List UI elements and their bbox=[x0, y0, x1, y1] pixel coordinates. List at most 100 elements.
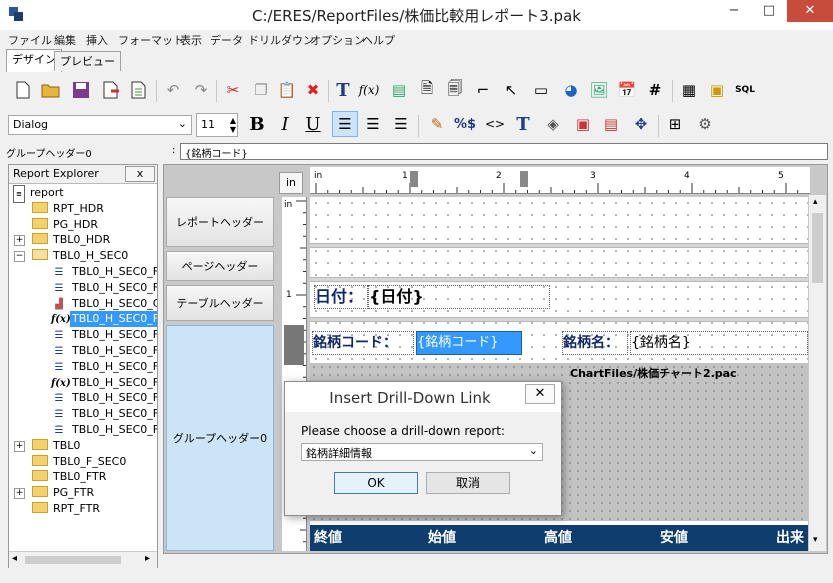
tree-item[interactable]: TBL0 bbox=[32, 438, 82, 454]
undo-icon[interactable]: ↶ bbox=[162, 79, 184, 101]
font-family-select[interactable]: Dialog ⌄ bbox=[8, 115, 192, 135]
delete-icon[interactable]: ✖ bbox=[302, 79, 324, 101]
number-format-icon[interactable]: %$ bbox=[454, 113, 476, 135]
page-setup-icon[interactable] bbox=[128, 79, 150, 101]
band-group-header[interactable]: グループヘッダー0 bbox=[166, 325, 274, 551]
italic-button[interactable]: I bbox=[274, 113, 296, 135]
tree-item[interactable]: ☰ TBL0_H_SEC0_FO bbox=[51, 422, 157, 438]
settings-gear-icon[interactable]: ⚙ bbox=[694, 113, 716, 135]
menu-data[interactable]: データ bbox=[210, 32, 243, 48]
tree-item[interactable]: ▟ TBL0_H_SEC0_CH bbox=[51, 296, 157, 312]
align-left-icon[interactable]: ☰ bbox=[332, 111, 358, 137]
expand-icon[interactable]: + bbox=[14, 440, 25, 452]
tag-icon[interactable]: <> bbox=[484, 113, 506, 135]
code-value-selected[interactable]: {銘柄コード} bbox=[416, 331, 522, 355]
scroll-down-icon[interactable]: ▾ bbox=[813, 535, 818, 545]
sql-icon[interactable]: SQL bbox=[734, 79, 756, 101]
copy-icon[interactable]: ❐ bbox=[250, 79, 272, 101]
scroll-left-icon[interactable]: ◂ bbox=[12, 553, 17, 564]
band-separator[interactable] bbox=[310, 243, 808, 248]
expand-icon[interactable]: + bbox=[14, 488, 25, 500]
tree-item[interactable]: PG_FTR bbox=[32, 485, 96, 501]
tree-item[interactable]: ≡ report bbox=[13, 185, 66, 203]
ok-button[interactable]: OK bbox=[334, 472, 418, 494]
band-table-header[interactable]: テーブルヘッダー bbox=[166, 285, 274, 321]
tree-item[interactable]: PG_HDR bbox=[32, 217, 100, 233]
code-label[interactable]: 銘柄コード： bbox=[312, 331, 414, 355]
border-icon[interactable]: ▣ bbox=[572, 113, 594, 135]
tree-item[interactable]: TBL0_HDR bbox=[32, 232, 112, 248]
explorer-close-button[interactable]: x bbox=[125, 166, 155, 182]
underline-button[interactable]: U bbox=[302, 113, 324, 135]
minimize-button[interactable]: − bbox=[717, 0, 751, 22]
name-value[interactable]: {銘柄名} bbox=[630, 331, 808, 355]
new-file-icon[interactable] bbox=[12, 79, 34, 101]
cancel-button[interactable]: 取消 bbox=[426, 472, 510, 494]
tree-item[interactable]: TBL0_F_SEC0 bbox=[32, 454, 128, 470]
insert-subreport-icon[interactable]: 🗐 bbox=[444, 79, 466, 101]
maximize-button[interactable]: □ bbox=[752, 0, 786, 22]
insert-image-icon[interactable]: 🖼 bbox=[588, 79, 610, 101]
insert-formula-icon[interactable]: f(x) bbox=[358, 79, 380, 101]
design-vertical-scrollbar[interactable]: ▴ ▾ bbox=[809, 195, 826, 551]
menu-help[interactable]: ヘルプ bbox=[362, 32, 395, 48]
close-window-button[interactable]: ✕ bbox=[787, 0, 833, 22]
align-right-icon[interactable]: ☰ bbox=[390, 113, 412, 135]
scroll-right-icon[interactable]: ▸ bbox=[145, 553, 150, 564]
menu-view[interactable]: 表示 bbox=[180, 32, 202, 48]
menu-options[interactable]: オプション bbox=[310, 32, 365, 48]
insert-chart-icon[interactable]: ◕ bbox=[560, 79, 582, 101]
tree-item[interactable]: ☰ TBL0_H_SEC0_FO bbox=[51, 280, 157, 296]
tree-item[interactable]: f(x)TBL0_H_SEC0_FO bbox=[51, 375, 157, 391]
scroll-up-icon[interactable]: ▴ bbox=[813, 197, 818, 207]
insert-text-icon[interactable]: T bbox=[332, 79, 354, 101]
menu-insert[interactable]: 挿入 bbox=[86, 32, 108, 48]
align-center-icon[interactable]: ☰ bbox=[362, 113, 384, 135]
move-icon[interactable]: ✥ bbox=[630, 113, 652, 135]
insert-page-number-icon[interactable]: # bbox=[644, 79, 666, 101]
tree-item[interactable]: ☰ TBL0_H_SEC0_FO bbox=[51, 327, 157, 343]
tree-item[interactable]: RPT_HDR bbox=[32, 201, 106, 217]
bold-button[interactable]: B bbox=[246, 113, 268, 135]
table-icon[interactable]: ▦ bbox=[678, 79, 700, 101]
collapse-icon[interactable]: − bbox=[14, 251, 25, 263]
export-icon[interactable] bbox=[100, 79, 122, 101]
menu-format[interactable]: フォーマット bbox=[118, 32, 184, 48]
tree-item[interactable]: ☰ TBL0_H_SEC0_FO bbox=[51, 390, 157, 406]
edit-format-icon[interactable]: ✎ bbox=[426, 113, 448, 135]
fill-color-icon[interactable]: ◈ bbox=[542, 113, 564, 135]
expand-icon[interactable]: + bbox=[14, 235, 25, 247]
tree-item[interactable]: ☰ TBL0_H_SEC0_FO bbox=[51, 359, 157, 375]
band-report-header[interactable]: レポートヘッダー bbox=[166, 197, 274, 247]
border-style-icon[interactable]: ▤ bbox=[600, 113, 622, 135]
tree-item[interactable]: RPT_FTR bbox=[32, 501, 102, 517]
text-color-icon[interactable]: T bbox=[512, 113, 534, 135]
explorer-horizontal-scrollbar[interactable]: ◂ ▸ bbox=[9, 551, 157, 568]
paste-icon[interactable]: 📋 bbox=[276, 79, 298, 101]
cut-icon[interactable]: ✂ bbox=[222, 79, 244, 101]
tree-item[interactable]: TBL0_FTR bbox=[32, 469, 108, 485]
insert-line-icon[interactable]: ⌐ bbox=[472, 79, 494, 101]
open-folder-icon[interactable] bbox=[40, 79, 62, 101]
unit-toggle-button[interactable]: in bbox=[279, 172, 303, 194]
horizontal-ruler[interactable]: in 1 2 3 4 5 bbox=[310, 167, 810, 194]
stepper-arrows-icon[interactable]: ▲ ▼ bbox=[230, 116, 236, 134]
menu-drilldown[interactable]: ドリルダウン bbox=[248, 32, 314, 48]
copy-report-icon[interactable]: ▣ bbox=[706, 79, 728, 101]
tree-item[interactable]: f(x)TBL0_H_SEC0_FO bbox=[51, 311, 157, 328]
insert-date-icon[interactable]: 📅 bbox=[616, 79, 638, 101]
dialog-close-button[interactable]: ✕ bbox=[525, 384, 555, 404]
save-icon[interactable] bbox=[70, 79, 92, 101]
tree-item[interactable]: TBL0_H_SEC0 bbox=[32, 248, 130, 264]
tree-item[interactable]: ☰ TBL0_H_SEC0_FO bbox=[51, 406, 157, 422]
align-objects-icon[interactable]: ⊞ bbox=[664, 113, 686, 135]
tab-preview[interactable]: プレビュー bbox=[54, 51, 121, 71]
scroll-thumb[interactable] bbox=[25, 556, 121, 564]
insert-column-icon[interactable]: 🗎 bbox=[416, 79, 438, 101]
property-value-field[interactable]: {銘柄コード} bbox=[180, 143, 828, 160]
drilldown-report-select[interactable]: 銘柄詳細情報 ⌄ bbox=[301, 443, 543, 461]
date-value[interactable]: {日付} bbox=[368, 285, 550, 309]
band-separator[interactable] bbox=[310, 277, 808, 282]
band-separator[interactable] bbox=[310, 317, 808, 322]
scroll-thumb[interactable] bbox=[812, 213, 823, 283]
